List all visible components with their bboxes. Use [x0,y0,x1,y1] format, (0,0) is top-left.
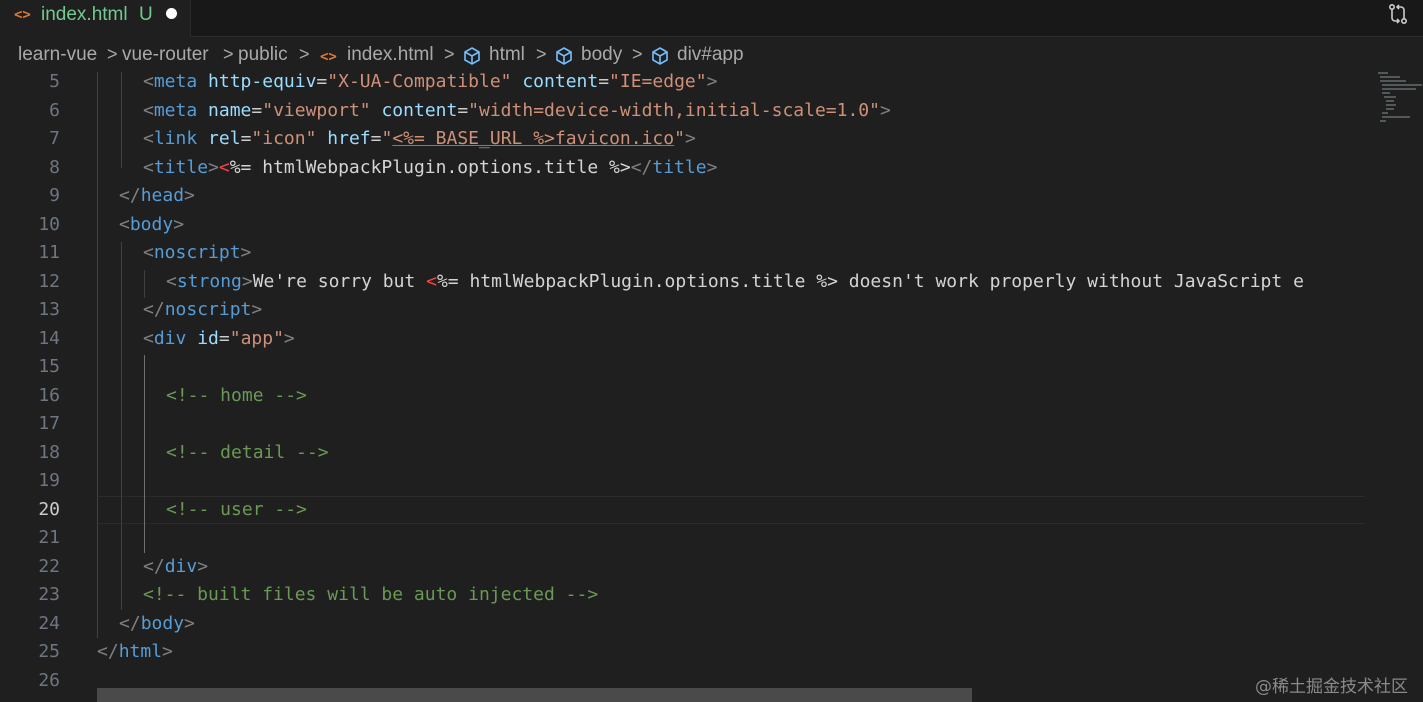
code-line: </div> [143,556,209,577]
line-number-active: 20 [38,499,60,520]
breadcrumb-item-div-app[interactable]: div#app [677,44,744,66]
breadcrumb-item-learn-vue[interactable]: learn-vue [18,44,97,66]
chevron-right-icon: > [299,44,310,64]
element-cube-icon [464,47,480,65]
line-number: 15 [38,356,60,377]
code-comment: <!-- home --> [166,385,307,406]
indent-guide [144,270,145,298]
git-status-badge: U [139,4,153,25]
line-number: 10 [38,214,60,235]
breadcrumb-item-index-html[interactable]: index.html [347,44,434,66]
minimap-line [1382,92,1390,94]
code-line: <body> [119,214,185,235]
line-number: 9 [49,185,60,206]
minimap-line [1382,112,1388,114]
minimap-line [1380,80,1406,82]
line-number: 19 [38,470,60,491]
code-line: <meta http-equiv="X-UA-Compatible" conte… [143,72,718,92]
code-line: <div id="app"> [143,328,295,349]
tab-index-html[interactable]: <> index.html U [0,0,191,37]
breadcrumb-item-vue-router[interactable]: vue-router [122,44,209,66]
code-comment: <!-- built files will be auto injected -… [143,584,599,605]
chevron-right-icon: > [107,44,118,64]
error-squiggle: <%= BASE_URL %> [392,128,555,149]
line-number: 23 [38,584,60,605]
indent-guide [121,242,122,610]
line-number: 7 [49,128,60,149]
minimap-line [1378,72,1388,74]
code-line: <noscript> [143,242,252,263]
element-cube-icon [652,47,668,65]
minimap-line [1380,76,1400,78]
indent-guide [97,72,98,638]
line-number: 5 [49,72,60,92]
breadcrumb-item-html[interactable]: html [489,44,525,66]
line-number: 13 [38,299,60,320]
line-number: 26 [38,670,60,691]
line-number: 16 [38,385,60,406]
minimap[interactable] [1368,72,1423,702]
breadcrumb-item-body[interactable]: body [581,44,622,66]
line-number: 14 [38,328,60,349]
breadcrumb-item-public[interactable]: public [238,44,288,66]
html-file-icon: <> [320,49,337,65]
code-comment: <!-- user --> [166,499,307,520]
line-number: 11 [38,242,60,263]
chevron-right-icon: > [536,44,547,64]
chevron-right-icon: > [444,44,455,64]
code-comment: <!-- detail --> [166,442,329,463]
code-line: <strong>We're sorry but <%= htmlWebpackP… [166,271,1304,292]
horizontal-scrollbar[interactable] [97,688,972,702]
line-number: 22 [38,556,60,577]
line-number: 6 [49,100,60,121]
minimap-line [1386,104,1396,106]
line-number: 8 [49,157,60,178]
watermark: @稀土掘金技术社区 [1255,677,1408,697]
code-line: <title><%= htmlWebpackPlugin.options.tit… [143,157,718,178]
chevron-right-icon: > [223,44,234,64]
code-line: </html> [97,641,173,662]
minimap-line [1382,88,1416,90]
breadcrumb: learn-vue > vue-router > public > <> ind… [0,37,1423,72]
code-line: <meta name="viewport" content="width=dev… [143,100,891,121]
minimap-line [1380,120,1386,122]
minimap-line [1382,116,1410,118]
tab-filename: index.html [41,4,128,25]
element-cube-icon [556,47,572,65]
line-number: 21 [38,527,60,548]
minimap-line [1386,100,1394,102]
minimap-line [1384,96,1396,98]
html-file-icon: <> [14,7,31,23]
unsaved-dot-icon[interactable] [166,8,177,19]
chevron-right-icon: > [632,44,643,64]
line-number: 18 [38,442,60,463]
compare-changes-icon[interactable] [1386,2,1410,26]
line-number: 17 [38,413,60,434]
tab-bar: <> index.html U [0,0,1423,37]
indent-guide-active [144,355,145,553]
code-line: </body> [119,613,195,634]
line-number: 24 [38,613,60,634]
code-line: <link rel="icon" href="<%= BASE_URL %>fa… [143,128,696,149]
minimap-line [1382,84,1422,86]
code-line: </head> [119,185,195,206]
minimap-line [1386,108,1394,110]
indent-guide [121,72,122,168]
line-number: 12 [38,271,60,292]
line-number: 25 [38,641,60,662]
code-line: </noscript> [143,299,263,320]
code-editor[interactable]: 5 6 7 8 9 10 11 12 13 14 15 16 17 18 19 … [0,72,1423,702]
